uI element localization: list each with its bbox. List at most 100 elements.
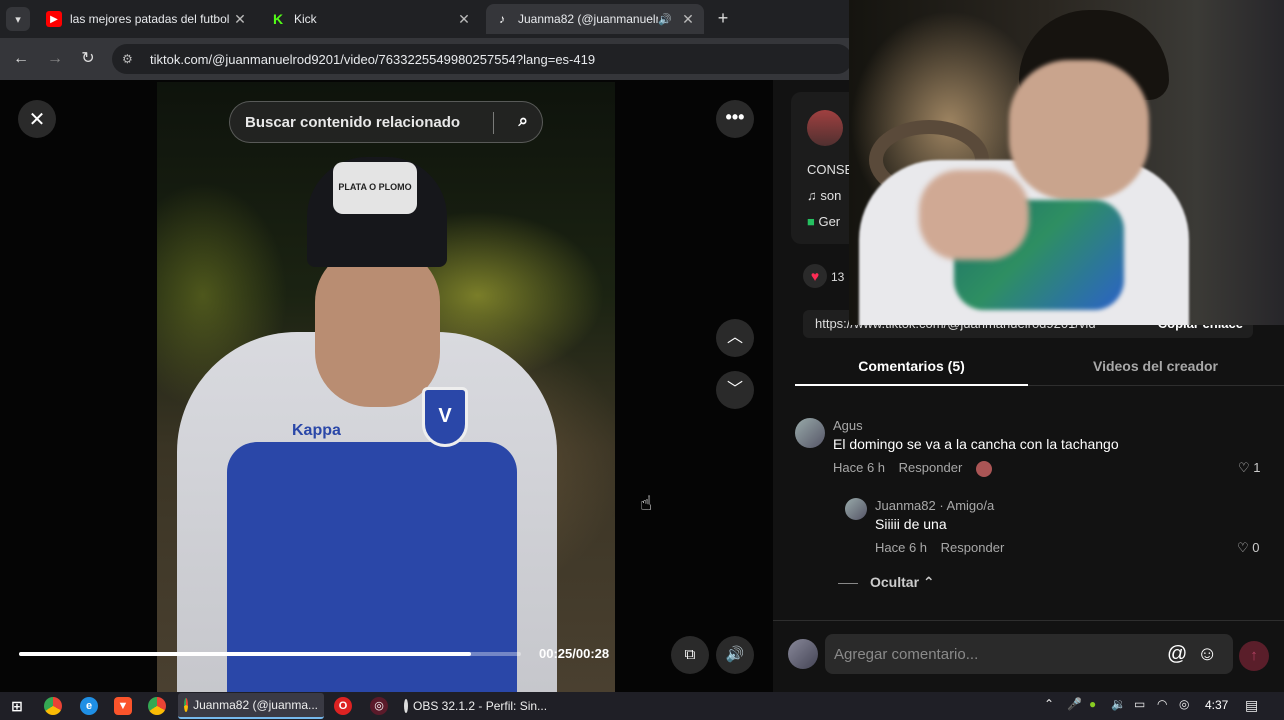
avatar <box>788 639 818 669</box>
previous-video-button[interactable]: ︿ <box>716 319 754 357</box>
tab-title: Kick <box>294 12 317 26</box>
close-icon[interactable]: ✕ <box>232 11 248 28</box>
more-options-button[interactable]: ••• <box>716 100 754 138</box>
location-text: Ger <box>818 214 841 229</box>
creator-avatar[interactable] <box>807 110 843 146</box>
mention-icon[interactable]: @ <box>1167 643 1187 666</box>
avatar[interactable] <box>845 498 867 520</box>
webcam-overlay <box>849 0 1284 325</box>
windows-start-icon[interactable]: ⊞ <box>8 697 26 715</box>
close-icon[interactable]: ✕ <box>680 11 696 28</box>
comment-meta: Hace 6 h Responder <box>833 460 1002 477</box>
music-line[interactable]: ♫ son <box>807 188 841 203</box>
tab-search-button[interactable]: ▾ <box>6 7 30 31</box>
comment-like-button[interactable]: ♡ 1 <box>1238 460 1261 476</box>
emoji-icon[interactable]: ☺ <box>1197 643 1217 666</box>
chevron-up-icon[interactable]: ⌃ <box>1044 697 1054 711</box>
microphone-icon[interactable]: 🎤 <box>1067 697 1082 711</box>
clock[interactable]: 4:37 <box>1205 698 1228 712</box>
webcam-face <box>1009 60 1149 200</box>
url-text: tiktok.com/@juanmanuelrod9201/video/7633… <box>150 51 596 67</box>
reply-username[interactable]: Juanma82 · Amigo/a <box>875 498 994 513</box>
brave-icon[interactable]: ▼ <box>114 697 132 715</box>
comment-like-count: 1 <box>1253 460 1261 475</box>
reply-button[interactable]: Responder <box>899 460 963 475</box>
comment-time: Hace 6 h <box>833 460 886 475</box>
new-tab-button[interactable]: + <box>712 8 734 30</box>
like-row[interactable]: ♥ 13 <box>803 264 844 288</box>
chevron-up-icon: ⌃ <box>922 574 935 590</box>
chevron-down-icon: ﹀ <box>726 381 743 398</box>
tab-kick[interactable]: K Kick ✕ <box>262 4 480 34</box>
heart-outline-icon: ♡ <box>1237 540 1253 555</box>
reply-text: Siiiii de una <box>875 516 947 532</box>
reply-like-button[interactable]: ♡ 0 <box>1237 540 1260 556</box>
avatar[interactable] <box>795 418 825 448</box>
comment-item: Agus El domingo se va a la cancha con la… <box>795 418 1265 478</box>
arrow-up-icon: ↑ <box>1250 647 1258 664</box>
search-icon[interactable]: ⌕ <box>518 111 528 131</box>
chrome-icon-2[interactable] <box>148 697 166 715</box>
network-icon[interactable]: ◎ <box>1179 697 1189 711</box>
comment-username[interactable]: Agus <box>833 418 863 433</box>
close-icon: ✕ <box>28 108 46 131</box>
address-bar[interactable]: ⚙ tiktok.com/@juanmanuelrod9201/video/76… <box>112 44 852 74</box>
close-video-button[interactable]: ✕ <box>18 100 56 138</box>
reload-button[interactable]: ↻ <box>77 48 99 70</box>
heart-icon[interactable]: ♥ <box>803 264 827 288</box>
opera-icon[interactable]: O <box>334 697 352 715</box>
chrome-icon[interactable] <box>44 697 62 715</box>
tab-comments[interactable]: Comentarios (5) <box>795 358 1028 374</box>
mouse-cursor-icon: ☝ <box>640 493 653 515</box>
speaker-icon[interactable]: 🔊 <box>658 13 674 26</box>
close-icon[interactable]: ✕ <box>456 11 472 28</box>
reply-time: Hace 6 h <box>875 540 928 555</box>
cap-patch: PLATA O PLOMO <box>333 162 417 214</box>
app-tray-icon[interactable]: ● <box>1089 697 1096 711</box>
heart-outline-icon: ♡ <box>1238 460 1254 475</box>
webcam-hand <box>919 170 1029 260</box>
video-frame[interactable]: PLATA O PLOMO V Kappa <box>157 82 615 692</box>
hide-replies-button[interactable]: Ocultar ⌃ <box>838 574 935 591</box>
club-crest: V <box>422 387 468 447</box>
comment-tabs: Comentarios (5) Videos del creador <box>795 350 1284 386</box>
notifications-icon[interactable]: ▤ <box>1245 697 1258 714</box>
search-divider <box>493 112 494 134</box>
location-line[interactable]: ■ Ger <box>807 214 840 229</box>
battery-icon[interactable]: ▭ <box>1134 697 1145 711</box>
comment-text: El domingo se va a la cancha con la tach… <box>833 436 1119 452</box>
back-button[interactable]: ← <box>10 48 32 70</box>
youtube-icon: ▶ <box>46 11 62 27</box>
edge-icon[interactable]: e <box>80 697 98 715</box>
pip-button[interactable]: ⧉ <box>671 636 709 674</box>
music-note-icon: ♫ <box>807 188 821 203</box>
like-count: 13 <box>831 270 845 284</box>
volume-tray-icon[interactable]: 🔉 <box>1111 697 1126 711</box>
wifi-icon[interactable]: ◠ <box>1157 697 1167 711</box>
taskbar-app-obs[interactable]: OBS 32.1.2 - Perfil: Sin... <box>398 693 548 719</box>
send-comment-button[interactable]: ↑ <box>1239 641 1269 671</box>
tab-title: Juanma82 (@juanmanuelro <box>518 12 658 26</box>
tab-creator-videos[interactable]: Videos del creador <box>1039 358 1272 374</box>
brand-logo: Kappa <box>292 422 341 439</box>
video-progress-bar[interactable] <box>19 652 521 656</box>
taskbar-app-chrome[interactable]: Juanma82 (@juanma... <box>178 693 324 719</box>
comment-composer: @ ☺ ↑ <box>773 620 1284 692</box>
volume-button[interactable]: 🔊 <box>716 636 754 674</box>
tiktok-icon: ♪ <box>499 12 505 26</box>
related-search-box[interactable]: Buscar contenido relacionado ⌕ <box>229 101 543 143</box>
ellipsis-icon: ••• <box>725 107 745 127</box>
tab-youtube[interactable]: ▶ las mejores patadas del futbol a ✕ <box>38 4 256 34</box>
volume-icon: 🔊 <box>725 646 745 663</box>
app-icon[interactable]: ◎ <box>370 697 388 715</box>
reply-button[interactable]: Responder <box>941 540 1005 555</box>
next-video-button[interactable]: ﹀ <box>716 371 754 409</box>
reply-like-count: 0 <box>1252 540 1260 555</box>
screen: ▾ ▶ las mejores patadas del futbol a ✕ K… <box>0 0 1284 720</box>
location-icon: ■ <box>807 214 819 229</box>
forward-button[interactable]: → <box>44 48 66 70</box>
reply-meta: Hace 6 h Responder <box>875 540 1014 555</box>
site-settings-icon[interactable]: ⚙ <box>122 52 138 66</box>
picture-in-picture-icon: ⧉ <box>684 646 696 663</box>
tab-tiktok[interactable]: ♪ Juanma82 (@juanmanuelro 🔊 ✕ <box>486 4 704 34</box>
